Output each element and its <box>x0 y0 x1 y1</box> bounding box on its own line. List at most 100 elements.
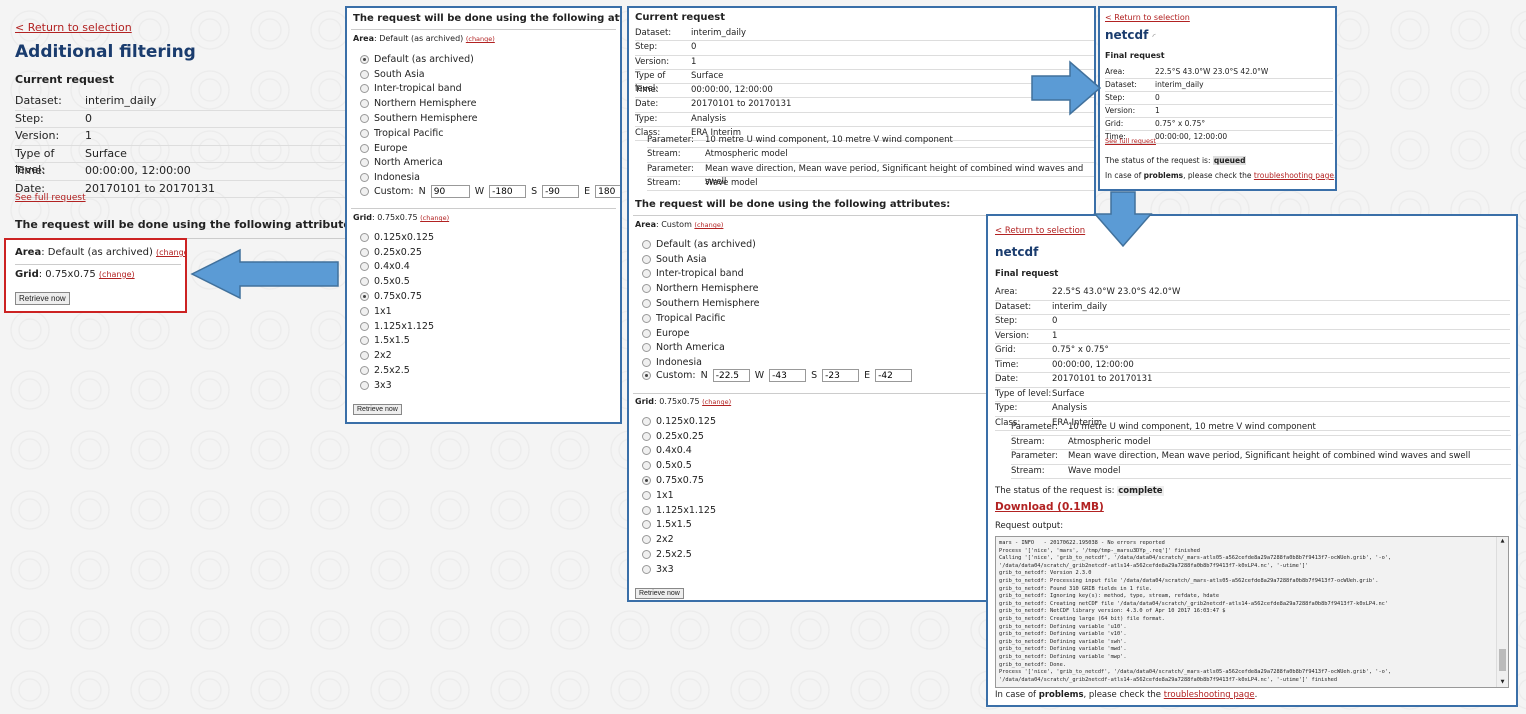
area-option[interactable]: Europe <box>360 141 478 156</box>
area-option[interactable]: Inter-tropical band <box>642 267 760 282</box>
grid-change-link[interactable]: (change) <box>420 214 449 222</box>
grid-option[interactable]: 1.125x1.125 <box>360 319 434 334</box>
radio-button[interactable] <box>360 366 369 376</box>
retrieve-now-button[interactable]: Retrieve now <box>353 404 402 415</box>
area-change-link[interactable]: (change) <box>694 221 723 229</box>
scroll-thumb[interactable] <box>1499 649 1506 671</box>
return-to-selection-link[interactable]: < Return to selection <box>1105 13 1190 22</box>
area-change-link[interactable]: (change) <box>156 248 185 257</box>
grid-option[interactable]: 0.75x0.75 <box>360 289 434 304</box>
scroll-up-icon[interactable]: ▲ <box>1497 537 1508 546</box>
custom-radio[interactable] <box>642 371 651 380</box>
west-input[interactable] <box>489 185 527 198</box>
radio-button[interactable] <box>642 416 651 426</box>
radio-button[interactable] <box>360 114 369 124</box>
area-option[interactable]: Default (as archived) <box>360 52 478 67</box>
grid-option[interactable]: 0.75x0.75 <box>642 473 716 488</box>
radio-button[interactable] <box>360 158 369 168</box>
download-link[interactable]: Download (0.1MB) <box>995 501 1104 513</box>
grid-option[interactable]: 2.5x2.5 <box>642 547 716 562</box>
retrieve-now-button[interactable]: Retrieve now <box>15 292 70 305</box>
radio-button[interactable] <box>360 321 369 331</box>
radio-button[interactable] <box>642 535 651 545</box>
radio-button[interactable] <box>360 143 369 153</box>
area-option[interactable]: Indonesia <box>642 355 760 370</box>
radio-button[interactable] <box>360 277 369 287</box>
troubleshooting-link[interactable]: troubleshooting page <box>1164 690 1255 700</box>
radio-button[interactable] <box>360 247 369 257</box>
radio-button[interactable] <box>360 99 369 109</box>
area-option[interactable]: Southern Hemisphere <box>642 296 760 311</box>
north-input[interactable] <box>430 185 470 198</box>
radio-button[interactable] <box>360 292 369 302</box>
radio-button[interactable] <box>642 431 651 441</box>
area-option[interactable]: South Asia <box>642 252 760 267</box>
area-option[interactable]: Tropical Pacific <box>360 126 478 141</box>
troubleshooting-link[interactable]: troubleshooting page <box>1254 171 1334 180</box>
grid-option[interactable]: 2x2 <box>360 348 434 363</box>
grid-option[interactable]: 0.4x0.4 <box>360 260 434 275</box>
grid-option[interactable]: 0.125x0.125 <box>360 230 434 245</box>
radio-button[interactable] <box>642 269 651 279</box>
area-option[interactable]: Northern Hemisphere <box>360 96 478 111</box>
radio-button[interactable] <box>642 284 651 294</box>
south-input[interactable] <box>542 185 580 198</box>
request-output-box[interactable]: mars - INFO - 20170622.195038 - No error… <box>995 536 1509 688</box>
radio-button[interactable] <box>360 336 369 346</box>
grid-option[interactable]: 3x3 <box>360 378 434 393</box>
area-option[interactable]: North America <box>360 156 478 171</box>
radio-button[interactable] <box>642 239 651 249</box>
radio-button[interactable] <box>360 306 369 316</box>
grid-change-link[interactable]: (change) <box>99 270 135 279</box>
east-input[interactable] <box>595 185 620 198</box>
south-input[interactable] <box>822 369 860 382</box>
radio-button[interactable] <box>642 476 651 486</box>
radio-button[interactable] <box>642 343 651 353</box>
radio-button[interactable] <box>642 299 651 309</box>
scroll-down-icon[interactable]: ▼ <box>1497 678 1508 687</box>
grid-option[interactable]: 2.5x2.5 <box>360 363 434 378</box>
east-input[interactable] <box>875 369 913 382</box>
area-option[interactable]: South Asia <box>360 67 478 82</box>
grid-option[interactable]: 0.5x0.5 <box>360 274 434 289</box>
radio-button[interactable] <box>360 69 369 79</box>
radio-button[interactable] <box>360 173 369 183</box>
radio-button[interactable] <box>360 232 369 242</box>
area-option[interactable]: Tropical Pacific <box>642 311 760 326</box>
radio-button[interactable] <box>642 254 651 264</box>
grid-option[interactable]: 0.4x0.4 <box>642 444 716 459</box>
grid-option[interactable]: 1x1 <box>642 488 716 503</box>
grid-option[interactable]: 3x3 <box>642 562 716 577</box>
grid-option[interactable]: 1.5x1.5 <box>642 518 716 533</box>
area-option[interactable]: Southern Hemisphere <box>360 111 478 126</box>
see-full-request-link[interactable]: See full request <box>15 193 86 203</box>
see-full-request-link[interactable]: See full request <box>1105 137 1156 145</box>
west-input[interactable] <box>769 369 807 382</box>
radio-button[interactable] <box>360 262 369 272</box>
radio-button[interactable] <box>642 446 651 456</box>
output-scrollbar[interactable]: ▲ ▼ <box>1496 537 1508 687</box>
radio-button[interactable] <box>360 351 369 361</box>
radio-button[interactable] <box>360 380 369 390</box>
grid-option[interactable]: 2x2 <box>642 532 716 547</box>
area-option[interactable]: Indonesia <box>360 170 478 185</box>
grid-option[interactable]: 0.25x0.25 <box>642 429 716 444</box>
grid-option[interactable]: 0.25x0.25 <box>360 245 434 260</box>
area-option[interactable]: North America <box>642 341 760 356</box>
radio-button[interactable] <box>642 490 651 500</box>
retrieve-now-button[interactable]: Retrieve now <box>635 588 684 599</box>
return-to-selection-link[interactable]: < Return to selection <box>15 21 132 34</box>
radio-button[interactable] <box>642 505 651 515</box>
radio-button[interactable] <box>360 128 369 138</box>
custom-radio[interactable] <box>360 187 369 196</box>
area-option[interactable]: Europe <box>642 326 760 341</box>
grid-option[interactable]: 1x1 <box>360 304 434 319</box>
radio-button[interactable] <box>360 84 369 94</box>
area-option[interactable]: Inter-tropical band <box>360 82 478 97</box>
radio-button[interactable] <box>642 313 651 323</box>
radio-button[interactable] <box>642 358 651 368</box>
radio-button[interactable] <box>642 461 651 471</box>
radio-button[interactable] <box>642 550 651 560</box>
area-option[interactable]: Default (as archived) <box>642 237 760 252</box>
area-change-link[interactable]: (change) <box>466 35 495 43</box>
